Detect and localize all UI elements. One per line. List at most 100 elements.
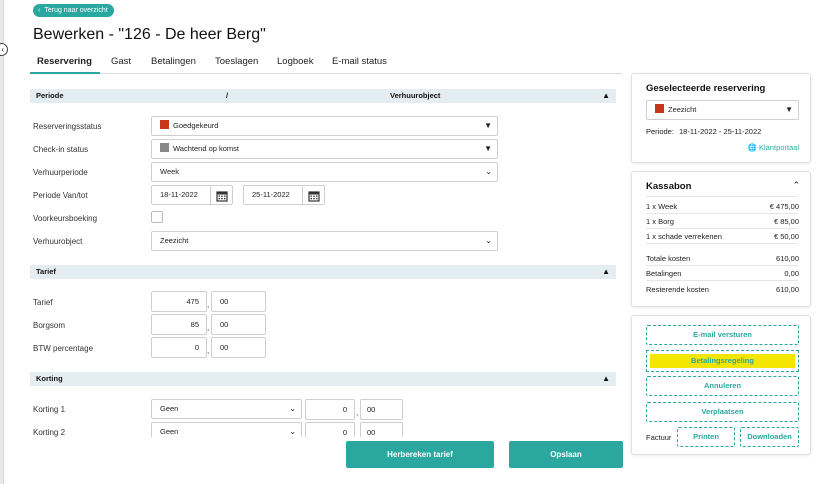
receipt-total-value: 610,00 <box>776 254 799 263</box>
back-to-overview-button[interactable]: ‹ Terug naar overzicht <box>33 4 114 17</box>
rate-cents-input[interactable]: 00 <box>211 291 266 312</box>
period-range-label: Periode Van/tot <box>33 191 88 200</box>
print-invoice-button[interactable]: Printen <box>677 427 735 447</box>
status-color-swatch <box>160 143 169 152</box>
chevron-up-icon: ▲ <box>602 267 610 276</box>
chevron-up-icon: ▲ <box>602 374 610 383</box>
decimal-separator: , <box>207 346 210 355</box>
tab-email-status[interactable]: E-mail status <box>332 56 387 67</box>
collapse-sidebar-button[interactable]: ‹ <box>0 43 8 56</box>
tab-logboek[interactable]: Logboek <box>277 56 313 67</box>
invoice-label: Factuur <box>646 433 672 442</box>
reservation-status-label: Reserveringsstatus <box>33 122 102 131</box>
divider <box>646 243 798 244</box>
save-button[interactable]: Opslaan <box>509 441 623 468</box>
move-button[interactable]: Verplaatsen <box>646 402 799 422</box>
receipt-line-label: 1 x Week <box>646 202 678 211</box>
send-email-button[interactable]: E-mail versturen <box>646 325 799 345</box>
chevron-up-icon[interactable]: ⌃ <box>792 180 800 191</box>
period-to-input[interactable]: 25-11-2022 <box>243 185 325 206</box>
payment-plan-button[interactable]: Betalingsregeling <box>650 354 795 368</box>
receipt-line-value: € 85,00 <box>773 217 799 226</box>
decimal-separator: , <box>207 323 210 332</box>
rate-label: Tarief <box>33 298 53 307</box>
discount-2-row-clip: Korting 2 Geen ⌄ 0 00 <box>0 420 620 437</box>
selected-reservation-card: Geselecteerde reservering Zeezicht ▼ Per… <box>632 74 810 162</box>
checkin-status-select[interactable]: Wachtend op komst ▼ <box>151 139 498 159</box>
discount-1-cents-input[interactable]: 00 <box>360 399 403 420</box>
tab-betalingen[interactable]: Betalingen <box>151 56 196 67</box>
chevron-down-icon: ⌄ <box>289 427 296 436</box>
download-invoice-button[interactable]: Downloaden <box>740 427 799 447</box>
deposit-whole-input[interactable]: 85 <box>151 314 207 335</box>
chevron-left-icon: ‹ <box>38 7 41 14</box>
checkin-status-label: Check-in status <box>33 145 89 154</box>
customer-portal-link[interactable]: 🌐 Klantportaal <box>748 143 799 152</box>
deposit-label: Borgsom <box>33 321 66 330</box>
tab-toeslagen[interactable]: Toeslagen <box>215 56 258 67</box>
divider <box>646 265 798 266</box>
divider <box>646 196 798 197</box>
receipt-total-value: 610,00 <box>776 285 799 294</box>
divider <box>646 213 798 214</box>
rental-object-select[interactable]: Zeezicht ⌄ <box>151 231 498 251</box>
vat-whole-input[interactable]: 0 <box>151 337 207 358</box>
period-label: Periode: <box>646 127 674 136</box>
discount-1-type-select[interactable]: Geen ⌄ <box>151 399 302 419</box>
receipt-line-label: 1 x Borg <box>646 217 674 226</box>
calendar-icon[interactable] <box>210 186 232 206</box>
reservation-select[interactable]: Zeezicht ▼ <box>646 100 799 120</box>
chevron-down-icon: ⌄ <box>485 236 492 245</box>
rental-object-label: Verhuurobject <box>33 237 83 246</box>
receipt-total-label: Betalingen <box>646 269 682 278</box>
receipt-card: Kassabon ⌃ 1 x Week € 475,00 1 x Borg € … <box>632 172 810 306</box>
section-header-period[interactable]: Periode / Verhuurobject ▲ <box>30 89 616 103</box>
reservation-status-select[interactable]: Goedgekeurd ▼ <box>151 116 498 136</box>
decimal-separator: , <box>356 408 359 417</box>
receipt-line-label: 1 x schade verrekenen <box>646 232 722 241</box>
preferred-booking-checkbox[interactable] <box>151 211 163 223</box>
discount-2-cents-input[interactable]: 00 <box>360 422 403 437</box>
receipt-total-value: 0,00 <box>784 269 799 278</box>
receipt-total-label: Resterende kosten <box>646 285 709 294</box>
rental-period-select[interactable]: Week ⌄ <box>151 162 498 182</box>
discount-1-whole-input[interactable]: 0 <box>305 399 355 420</box>
actions-card: E-mail versturen Betalingsregeling Annul… <box>632 316 810 454</box>
vat-cents-input[interactable]: 00 <box>211 337 266 358</box>
receipt-line-value: € 50,00 <box>773 232 799 241</box>
receipt-title: Kassabon <box>646 181 692 192</box>
discount-2-whole-input[interactable]: 0 <box>305 422 355 437</box>
selected-reservation-title: Geselecteerde reservering <box>646 83 766 94</box>
tab-bar: Reservering Gast Betalingen Toeslagen Lo… <box>30 50 622 74</box>
cancel-button[interactable]: Annuleren <box>646 376 799 396</box>
decimal-separator: , <box>207 300 210 309</box>
tab-reservering[interactable]: Reservering <box>37 56 92 67</box>
discount-1-label: Korting 1 <box>33 405 66 414</box>
discount-2-type-select[interactable]: Geen ⌄ <box>151 422 302 437</box>
object-color-swatch <box>655 104 664 113</box>
tab-gast[interactable]: Gast <box>111 56 131 67</box>
rental-period-label: Verhuurperiode <box>33 168 88 177</box>
page-title: Bewerken - "126 - De heer Berg" <box>33 26 266 43</box>
rate-whole-input[interactable]: 475 <box>151 291 207 312</box>
chevron-left-icon: ‹ <box>1 45 4 54</box>
left-rail <box>0 0 4 484</box>
deposit-cents-input[interactable]: 00 <box>211 314 266 335</box>
globe-icon: 🌐 <box>747 143 757 152</box>
section-header-discount[interactable]: Korting ▲ <box>30 372 616 386</box>
divider <box>646 228 798 229</box>
period-from-input[interactable]: 18-11-2022 <box>151 185 233 206</box>
caret-down-icon: ▼ <box>785 105 793 114</box>
calendar-icon[interactable] <box>302 186 324 206</box>
payment-plan-button-frame[interactable]: Betalingsregeling <box>646 350 799 372</box>
receipt-total-label: Totale kosten <box>646 254 691 263</box>
chevron-up-icon: ▲ <box>602 91 610 100</box>
caret-down-icon: ▼ <box>484 144 492 153</box>
recalculate-rate-button[interactable]: Herbereken tarief <box>346 441 494 468</box>
chevron-down-icon: ⌄ <box>485 167 492 176</box>
period-value: 18-11-2022 - 25-11-2022 <box>679 127 762 136</box>
vat-label: BTW percentage <box>33 344 94 353</box>
discount-2-label: Korting 2 <box>33 428 66 437</box>
section-header-tariff[interactable]: Tarief ▲ <box>30 265 616 279</box>
caret-down-icon: ▼ <box>484 121 492 130</box>
